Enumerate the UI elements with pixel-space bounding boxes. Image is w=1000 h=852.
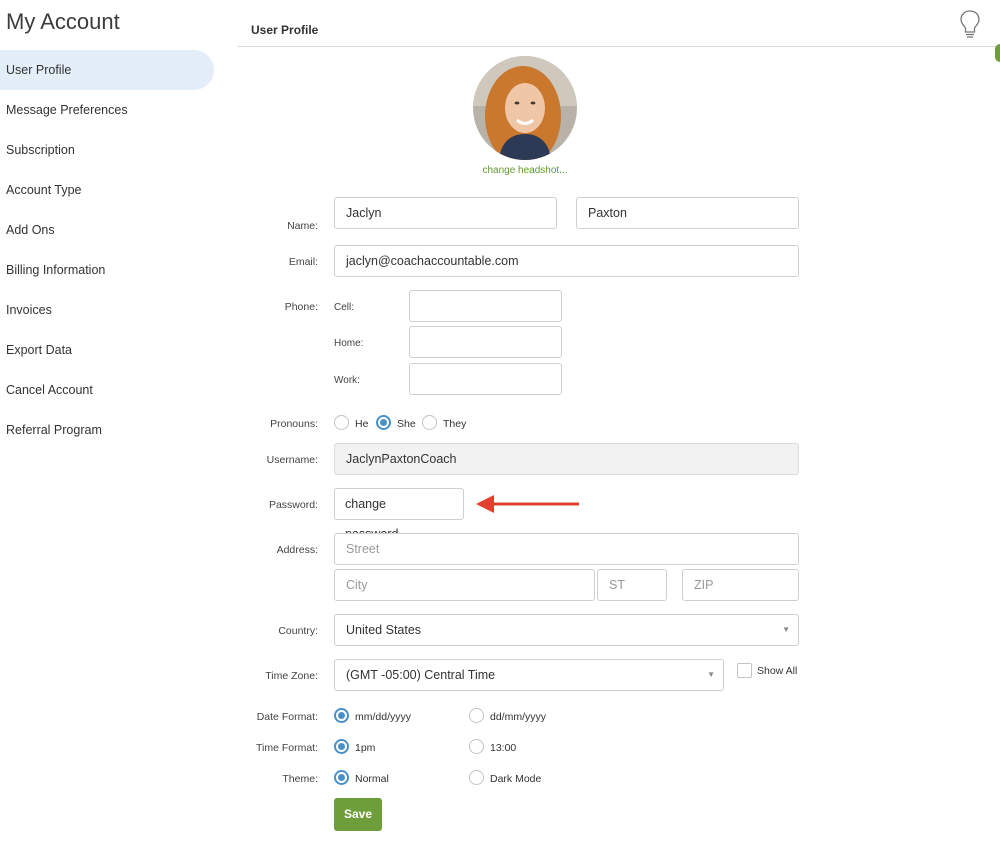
chevron-down-icon: ▼ [707,670,715,679]
state-field[interactable]: ST [597,569,667,601]
sidebar-nav: User Profile Message Preferences Subscri… [0,50,214,450]
save-button[interactable]: Save [334,798,382,831]
sidebar-item-cancel-account[interactable]: Cancel Account [0,370,214,410]
edge-indicator [995,44,1000,62]
time-format-12h-label: 1pm [355,742,376,754]
date-format-dmy-radio[interactable] [469,708,484,723]
time-format-12h-radio[interactable] [334,739,349,754]
email-label: Email: [288,256,318,268]
chevron-down-icon: ▼ [782,625,790,634]
home-phone-field[interactable] [409,326,562,358]
pronoun-she-radio[interactable] [376,415,391,430]
headshot-image [473,56,577,160]
red-arrow-annotation [476,495,579,513]
change-headshot-link[interactable]: change headshot... [474,165,576,176]
page-header: User Profile [238,0,1000,47]
show-all-label: Show All [757,665,798,677]
username-label: Username: [266,454,318,466]
cell-phone-field[interactable] [409,290,562,322]
change-password-button[interactable]: change password... [334,488,464,541]
sidebar-item-user-profile[interactable]: User Profile [0,50,214,90]
time-format-24h-radio[interactable] [469,739,484,754]
name-label: Name: [287,220,318,232]
pronoun-they-label: They [443,418,467,430]
theme-normal-radio[interactable] [334,770,349,785]
sidebar-item-add-ons[interactable]: Add Ons [0,210,214,250]
work-label: Work: [334,375,360,386]
phone-label: Phone: [284,301,318,313]
password-label: Password: [268,499,318,511]
username-field: JaclynPaxtonCoach [334,443,799,475]
theme-normal-label: Normal [355,773,389,785]
country-value: United States [346,623,422,637]
time-zone-value: (GMT -05:00) Central Time [346,668,496,682]
zip-field[interactable]: ZIP [682,569,799,601]
date-format-mdy-label: mm/dd/yyyy [355,711,412,723]
work-phone-field[interactable] [409,363,562,395]
sidebar-item-message-preferences[interactable]: Message Preferences [0,90,214,130]
sidebar-title: My Account [6,9,120,34]
pronoun-she-label: She [397,418,416,430]
first-name-field[interactable]: Jaclyn [334,197,557,229]
sidebar-item-referral-program[interactable]: Referral Program [0,410,214,450]
date-format-dmy-label: dd/mm/yyyy [490,711,547,723]
time-format-24h-label: 13:00 [490,742,517,754]
cell-label: Cell: [334,302,355,313]
time-zone-select[interactable]: (GMT -05:00) Central Time ▼ [334,659,724,691]
sidebar-item-invoices[interactable]: Invoices [0,290,214,330]
sidebar-item-billing-information[interactable]: Billing Information [0,250,214,290]
theme-dark-label: Dark Mode [490,773,542,785]
sidebar-item-subscription[interactable]: Subscription [0,130,214,170]
country-label: Country: [278,625,318,637]
city-field[interactable]: City [334,569,595,601]
avatar[interactable] [473,56,577,160]
time-format-label: Time Format: [255,742,318,754]
pronouns-label: Pronouns: [270,418,318,430]
date-format-label: Date Format: [256,711,318,723]
pronoun-he-radio[interactable] [334,415,349,430]
home-label: Home: [334,338,364,349]
theme-label: Theme: [282,773,318,785]
sidebar-item-export-data[interactable]: Export Data [0,330,214,370]
time-zone-label: Time Zone: [265,670,318,682]
lightbulb-icon[interactable] [958,9,982,41]
pronoun-they-radio[interactable] [422,415,437,430]
email-field[interactable]: jaclyn@coachaccountable.com [334,245,799,277]
theme-dark-radio[interactable] [469,770,484,785]
sidebar-item-account-type[interactable]: Account Type [0,170,214,210]
pronoun-he-label: He [355,418,369,430]
date-format-mdy-radio[interactable] [334,708,349,723]
address-label: Address: [276,544,318,556]
country-select[interactable]: United States ▼ [334,614,799,646]
street-field[interactable]: Street [334,533,799,565]
last-name-field[interactable]: Paxton [576,197,799,229]
show-all-checkbox[interactable] [737,663,752,678]
page-title: User Profile [251,23,319,37]
